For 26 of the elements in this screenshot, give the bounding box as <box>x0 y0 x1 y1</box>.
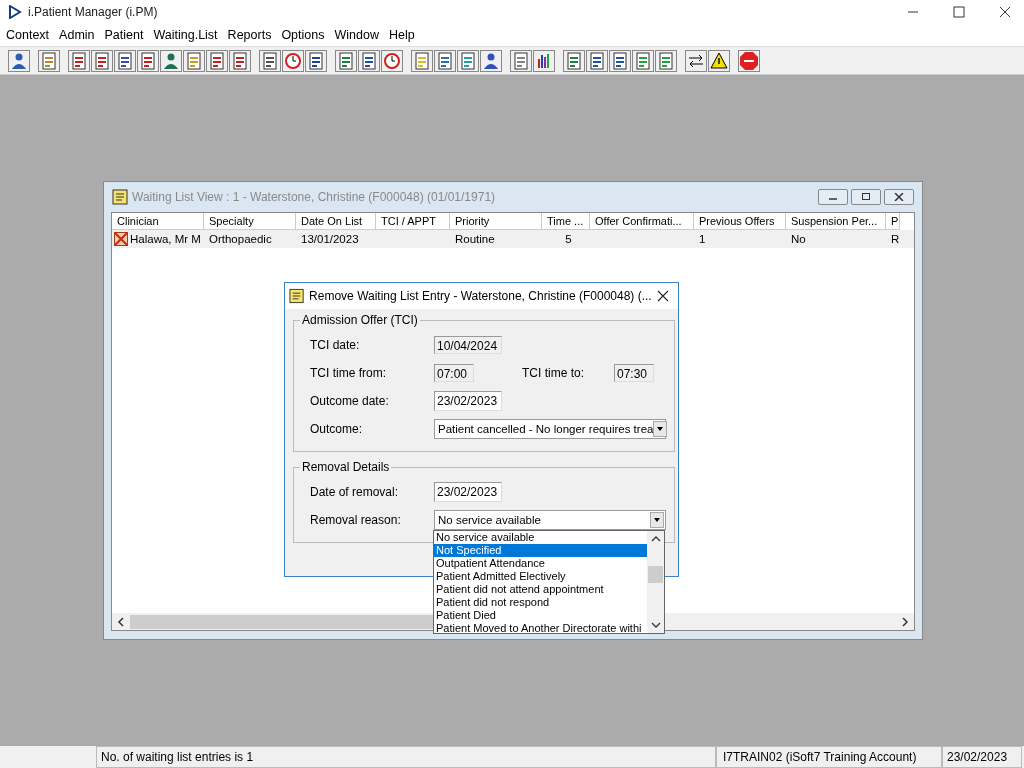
field-label: TCI time from: <box>310 366 387 380</box>
field-label: TCI time to: <box>522 366 585 380</box>
field-label: Removal reason: <box>310 513 402 527</box>
status-text: I7TRAIN02 (iSoft7 Training Account) <box>716 746 942 768</box>
app-title: i.Patient Manager (i.PM) <box>28 5 158 19</box>
field-label: Date of removal: <box>310 485 400 499</box>
group-legend: Removal Details <box>300 460 392 474</box>
field-label: Outcome: <box>310 422 364 436</box>
group-legend: Admission Offer (TCI) <box>300 313 420 327</box>
table-cell: Orthopaedic <box>209 233 272 245</box>
dialog-title: Remove Waiting List Entry - Waterstone, Christine (F000048) (... <box>309 289 652 303</box>
table-cell: 5 <box>565 233 572 245</box>
status-text: No. of waiting list entries is 1 <box>96 746 716 768</box>
status-text: 23/02/2023 <box>942 746 1022 768</box>
table-cell: 1 <box>699 233 706 245</box>
field-label: Outcome date: <box>310 394 390 408</box>
field-label: TCI date: <box>310 338 361 352</box>
table-cell: 13/01/2023 <box>301 233 359 245</box>
window-title: Waiting List View : 1 - Waterstone, Christine (F000048) (01/01/1971) <box>132 190 496 204</box>
table-cell: Routine <box>455 233 495 245</box>
table-cell: No <box>791 233 806 245</box>
tci-date-field: 10/04/2024 <box>434 336 502 354</box>
tci-time-to-field: 07:30 <box>614 364 654 382</box>
table-cell: Halawa, Mr M <box>130 233 201 245</box>
tci-time-from-field: 07:00 <box>434 364 474 382</box>
table-cell: R <box>891 233 900 245</box>
